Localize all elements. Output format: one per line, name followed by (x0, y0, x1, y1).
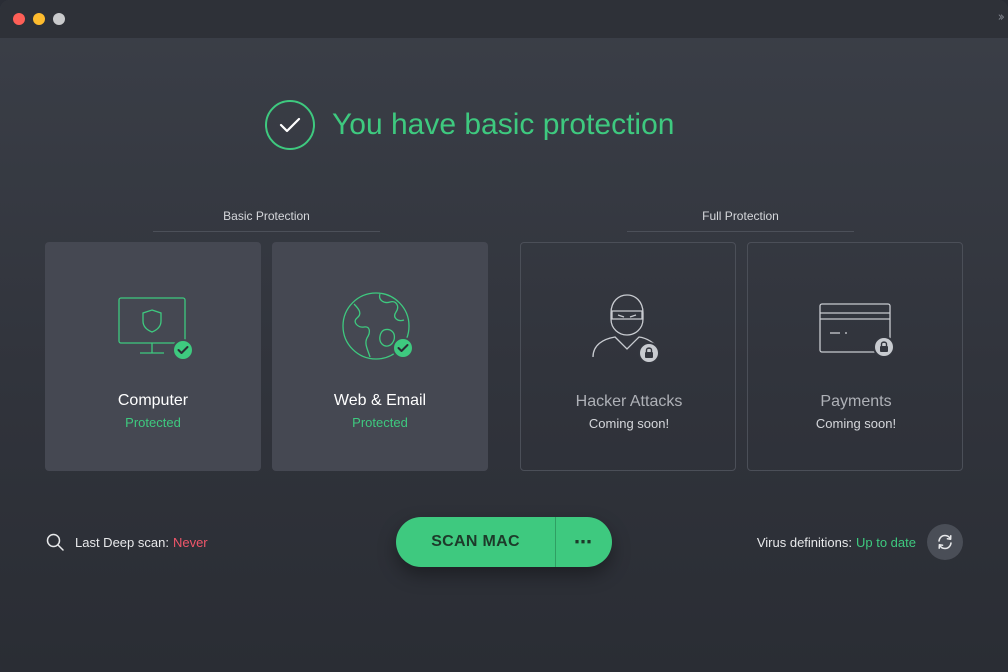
monitor-shield-icon (45, 290, 261, 370)
card-title: Payments (820, 393, 892, 410)
card-title: Web & Email (333, 392, 427, 409)
card-web-email[interactable]: Web & Email Protected (272, 242, 488, 471)
card-title: Hacker Attacks (575, 393, 683, 410)
virus-definitions-status: Up to date (856, 534, 916, 550)
card-hacker-attacks[interactable]: Hacker Attacks Coming soon! (520, 242, 736, 471)
search-icon (46, 533, 64, 551)
protection-status: You have basic protection (265, 100, 674, 150)
hacker-icon (521, 291, 737, 371)
check-badge-icon (392, 337, 414, 359)
card-payments[interactable]: Payments Coming soon! (747, 242, 963, 471)
scan-button-group: SCAN MAC ⋯ (396, 517, 612, 567)
card-status: Protected (125, 415, 181, 430)
virus-definitions-label: Virus definitions: (756, 534, 852, 550)
more-options-button[interactable]: ⋯ (556, 517, 612, 567)
check-circle-icon (265, 100, 315, 150)
scan-mac-button[interactable]: SCAN MAC (396, 517, 556, 567)
card-status: Protected (352, 415, 408, 430)
minimize-window-button[interactable] (33, 13, 45, 25)
virus-definitions-info: Virus definitions: Up to date (757, 532, 916, 552)
full-protection-label: Full Protection (702, 209, 779, 223)
refresh-icon (938, 534, 952, 550)
card-status: Coming soon! (815, 416, 897, 431)
zoom-window-button[interactable] (53, 13, 65, 25)
globe-icon (272, 290, 488, 370)
last-scan-value: Never (172, 534, 208, 550)
title-bar: ›› (0, 0, 1008, 38)
last-scan-label: Last Deep scan: (75, 534, 169, 550)
basic-protection-divider (153, 231, 380, 232)
app-window: ›› You have basic protection Basic Prote… (0, 0, 1008, 672)
double-chevron-right-icon[interactable]: ›› (998, 10, 1006, 25)
card-status: Coming soon! (588, 416, 670, 431)
close-window-button[interactable] (13, 13, 25, 25)
card-computer[interactable]: Computer Protected (45, 242, 261, 471)
basic-protection-label: Basic Protection (223, 209, 310, 223)
credit-card-icon (748, 291, 964, 371)
last-scan-info: Last Deep scan: Never (46, 532, 208, 552)
check-badge-icon (172, 339, 193, 361)
refresh-definitions-button[interactable] (927, 524, 963, 560)
status-title: You have basic protection (332, 108, 675, 141)
full-protection-divider (627, 231, 854, 232)
card-title: Computer (117, 392, 189, 409)
